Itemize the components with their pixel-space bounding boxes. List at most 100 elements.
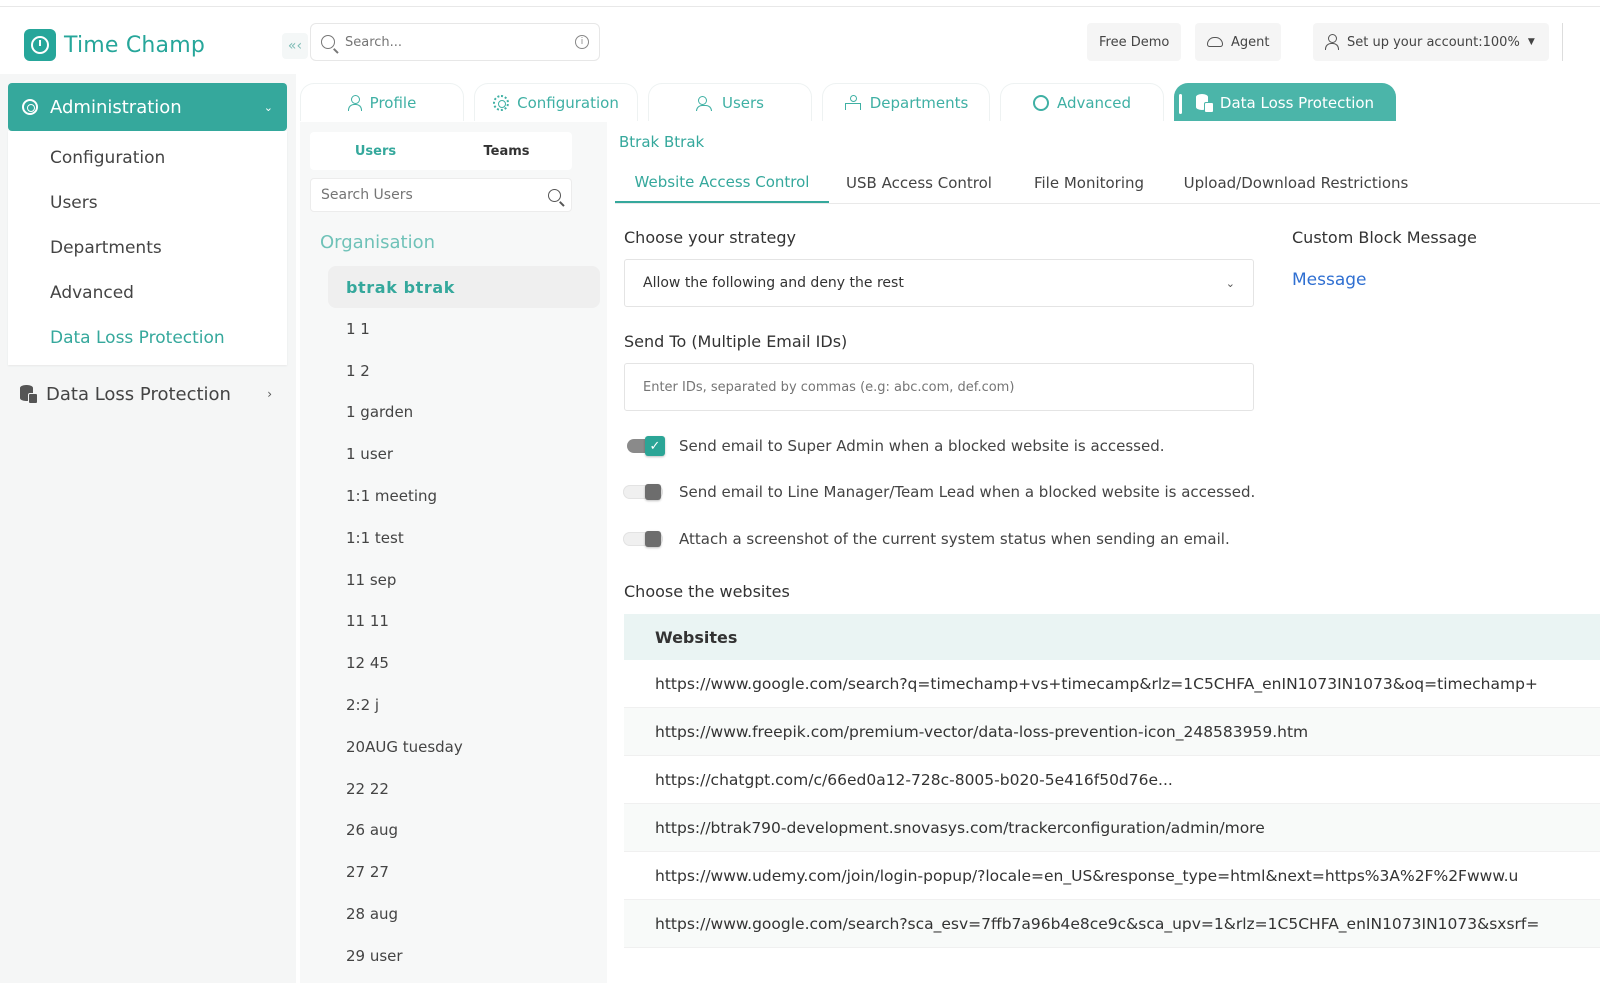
user-list: 1 1 1 2 1 garden 1 user 1:1 meeting 1:1 … [346,308,586,977]
agent-label: Agent [1231,34,1270,50]
chevron-right-icon: › [267,387,272,401]
list-item[interactable]: 20AUG tuesday [346,726,586,768]
cog-icon [1032,94,1049,111]
breadcrumb[interactable]: Btrak Btrak [619,133,704,151]
user-icon [347,94,362,111]
strategy-select[interactable]: Allow the following and deny the rest ⌄ [624,259,1254,307]
strategy-label: Choose your strategy [624,228,796,247]
list-item[interactable]: 27 27 [346,851,586,893]
search-icon[interactable] [548,188,561,202]
list-item[interactable]: 12 45 [346,642,586,684]
tab-users[interactable]: Users [648,83,812,121]
option-label: Attach a screenshot of the current syste… [679,530,1230,548]
tab-departments[interactable]: Departments [822,83,990,121]
tab-users-list[interactable]: Users [310,132,441,170]
super-admin-toggle[interactable]: ✓ [623,436,667,456]
tab-label: Departments [869,93,969,112]
email-ids-field[interactable] [624,363,1254,411]
tab-advanced[interactable]: Advanced [1000,83,1164,121]
list-item[interactable]: 1:1 test [346,517,586,559]
email-ids-input[interactable] [643,379,1235,395]
database-shield-icon [20,385,38,404]
list-item[interactable]: 26 aug [346,810,586,852]
tab-profile[interactable]: Profile [300,83,464,121]
global-search-input[interactable] [345,34,575,50]
check-icon: ✓ [645,436,665,456]
clock-logo-icon [24,29,56,61]
list-item[interactable]: 11 11 [346,601,586,643]
tab-upload-download-restrictions[interactable]: Upload/Download Restrictions [1171,162,1421,203]
sidebar-item-departments[interactable]: Departments [8,225,287,270]
send-to-label: Send To (Multiple Email IDs) [624,332,848,351]
table-row[interactable]: https://www.google.com/search?q=timecham… [624,660,1600,708]
organisation-title: Organisation [320,232,436,253]
message-link[interactable]: Message [1292,270,1367,290]
tab-website-access-control[interactable]: Website Access Control [615,162,829,203]
list-item[interactable]: 1:1 meeting [346,475,586,517]
tab-configuration[interactable]: Configuration [474,83,638,121]
sidebar-item-configuration[interactable]: Configuration [8,135,287,180]
main-tabs: Profile Configuration Users Departments … [296,74,1600,122]
account-setup-dropdown[interactable]: Set up your account:100% ▼ [1313,23,1549,61]
tab-file-monitoring[interactable]: File Monitoring [1019,162,1159,203]
info-icon[interactable]: i [575,35,589,49]
list-item[interactable]: 1 2 [346,350,586,392]
list-item[interactable]: 1 garden [346,392,586,434]
list-item[interactable]: 1 1 [346,308,586,350]
websites-table: Websites https://www.google.com/search?q… [624,614,1600,948]
gear-icon [22,99,38,115]
app-name: Time Champ [64,32,206,58]
sidebar-submenu: Configuration Users Departments Advanced… [8,131,287,365]
tab-label: Data Loss Protection [1219,93,1375,112]
tab-label: Users [721,93,764,112]
caret-down-icon: ▼ [1527,37,1535,47]
chevron-down-icon: ⌄ [263,100,273,114]
chevron-down-icon: ⌄ [1225,276,1235,290]
departments-icon [844,94,862,111]
table-row[interactable]: https://www.google.com/search?sca_esv=7f… [624,900,1600,948]
tab-data-loss-protection[interactable]: Data Loss Protection [1174,83,1396,121]
left-sidebar: Administration ⌄ Configuration Users Dep… [0,74,296,983]
sidebar-section-label: Data Loss Protection [46,383,231,405]
line-manager-toggle[interactable] [623,482,667,502]
tab-usb-access-control[interactable]: USB Access Control [837,162,1001,203]
sidebar-item-advanced[interactable]: Advanced [8,270,287,315]
table-row[interactable]: https://chatgpt.com/c/66ed0a12-728c-8005… [624,756,1600,804]
double-chevron-left-icon: «‹ [287,38,303,54]
collapse-sidebar-button[interactable]: «‹ [282,33,308,59]
users-search-input[interactable] [321,187,548,203]
option-line-manager: Send email to Line Manager/Team Lead whe… [623,480,1255,504]
table-row[interactable]: https://btrak790-development.snovasys.co… [624,804,1600,852]
users-search[interactable] [310,178,572,212]
sidebar-section-administration[interactable]: Administration ⌄ [8,83,287,131]
agent-button[interactable]: Agent [1195,23,1282,61]
list-item[interactable]: 2:2 j [346,684,586,726]
attach-screenshot-toggle[interactable] [623,529,667,549]
list-item[interactable]: 1 user [346,433,586,475]
list-item[interactable]: 11 sep [346,559,586,601]
websites-label: Choose the websites [624,582,790,601]
list-item[interactable]: 29 user [346,935,586,977]
free-demo-button[interactable]: Free Demo [1087,23,1182,61]
tab-teams-list[interactable]: Teams [441,132,572,170]
app-logo[interactable]: Time Champ [24,29,205,61]
dlp-content: Btrak Btrak Website Access Control USB A… [607,122,1600,983]
option-super-admin: ✓ Send email to Super Admin when a block… [623,434,1165,458]
global-search[interactable]: i [310,23,600,61]
sidebar-section-label: Administration [50,96,182,118]
sidebar-section-data-loss-protection[interactable]: Data Loss Protection › [20,381,272,407]
sidebar-item-data-loss-protection[interactable]: Data Loss Protection [8,315,287,360]
table-row[interactable]: https://www.freepik.com/premium-vector/d… [624,708,1600,756]
list-item[interactable]: 28 aug [346,893,586,935]
users-icon [695,95,714,111]
sidebar-item-users[interactable]: Users [8,180,287,225]
database-icon [1195,93,1214,113]
option-label: Send email to Super Admin when a blocked… [679,437,1165,455]
table-row[interactable]: https://www.udemy.com/join/login-popup/?… [624,852,1600,900]
list-item[interactable]: 22 22 [346,768,586,810]
user-setup-icon [1325,34,1339,50]
option-label: Send email to Line Manager/Team Lead whe… [679,483,1256,501]
tab-label: Profile [369,93,417,112]
cloud-download-icon [1207,37,1223,47]
selected-user[interactable]: btrak btrak [328,266,600,308]
